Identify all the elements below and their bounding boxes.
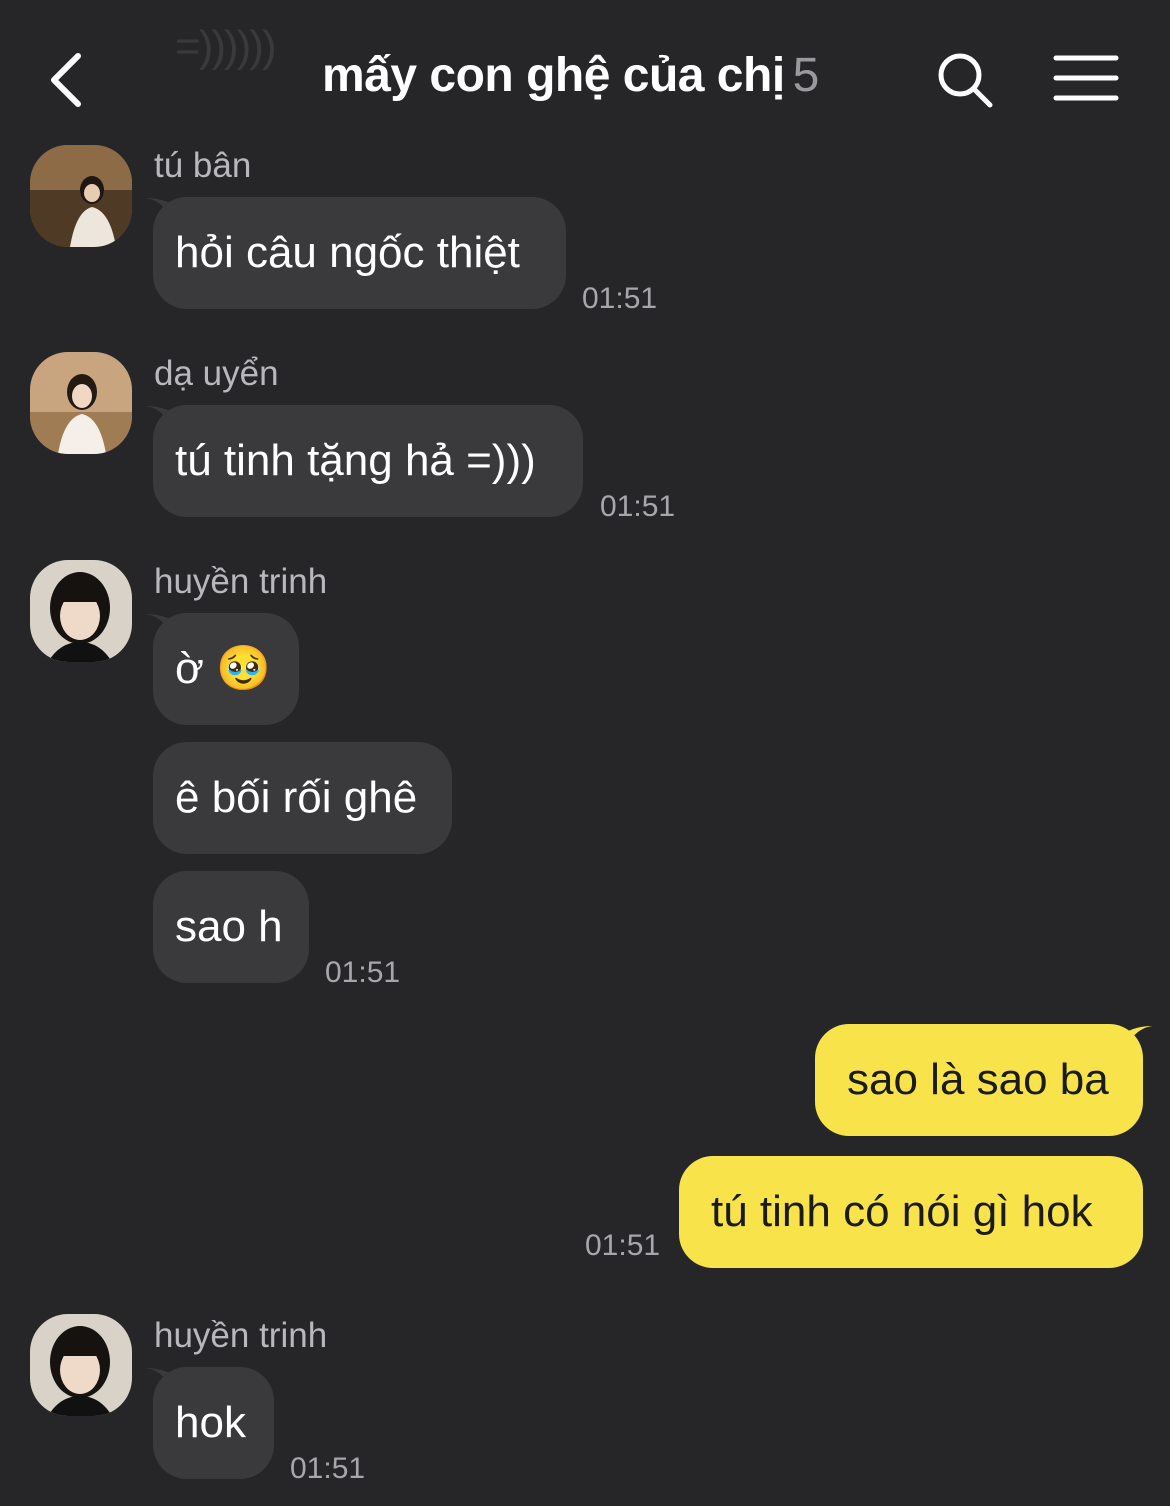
hamburger-menu-icon[interactable]	[1052, 52, 1120, 104]
sender-name: dạ uyển	[154, 354, 279, 393]
message-time: 01:51	[325, 956, 401, 989]
message-bubble[interactable]: tú tinh tặng hả =)))	[153, 405, 583, 517]
search-icon[interactable]	[935, 50, 995, 110]
my-message-bubble[interactable]: sao là sao ba	[815, 1024, 1143, 1136]
message-bubble[interactable]: ờ 🥹	[153, 613, 299, 725]
back-chevron-icon[interactable]	[40, 48, 100, 112]
chat-title-text: mấy con ghệ của chị	[322, 49, 785, 102]
message-time: 01:51	[290, 1452, 366, 1485]
member-count: 5	[792, 49, 820, 102]
message-time: 01:51	[585, 1229, 661, 1262]
message-time: 01:51	[600, 490, 676, 523]
avatar[interactable]	[30, 560, 132, 662]
message-bubble[interactable]: sao h	[153, 871, 309, 983]
avatar[interactable]	[30, 145, 132, 247]
avatar[interactable]	[30, 352, 132, 454]
sender-name: huyền trinh	[154, 1316, 328, 1355]
sender-name: tú bân	[154, 146, 252, 185]
previous-message-ghost: =))))))	[175, 22, 277, 71]
my-message-bubble[interactable]: tú tinh có nói gì hok	[679, 1156, 1143, 1268]
message-bubble[interactable]: ê bối rối ghê	[153, 742, 452, 854]
message-bubble[interactable]: hok	[153, 1367, 274, 1479]
message-time: 01:51	[582, 282, 658, 315]
chat-title[interactable]: mấy con ghệ của chị 5	[322, 48, 819, 103]
sender-name: huyền trinh	[154, 562, 328, 601]
avatar[interactable]	[30, 1314, 132, 1416]
message-bubble[interactable]: hỏi câu ngốc thiệt	[153, 197, 566, 309]
